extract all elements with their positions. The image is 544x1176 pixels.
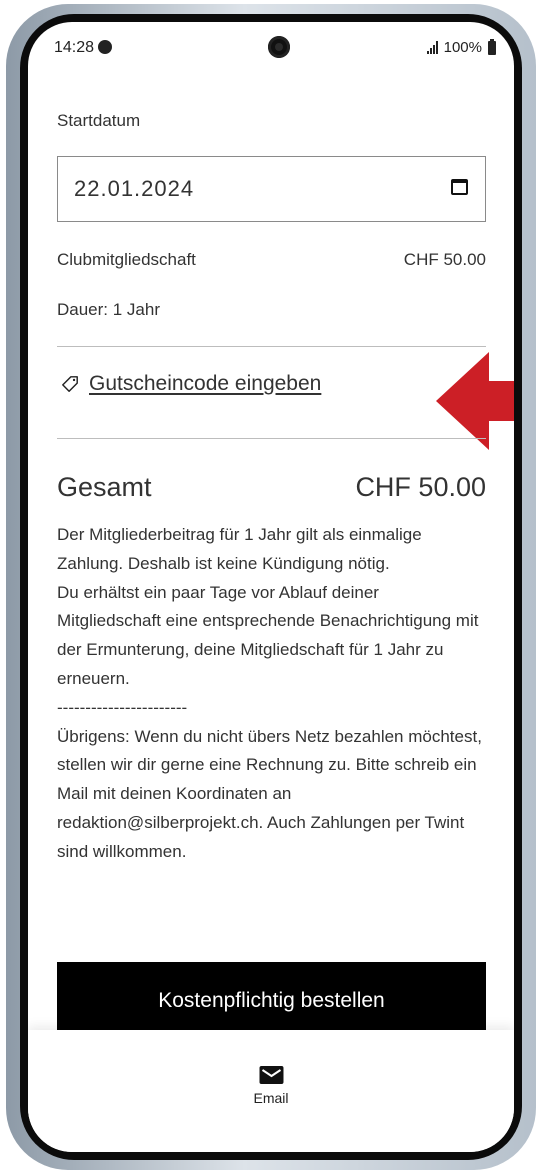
start-date-input[interactable]: 22.01.2024 [57, 156, 486, 222]
membership-price: CHF 50.00 [403, 250, 486, 269]
screen: 14:28 100% Startdatum 22.01.2024 Clubmit… [28, 22, 514, 1152]
coupon-link[interactable]: Gutscheincode eingeben [89, 372, 321, 396]
total-label: Gesamt [57, 472, 152, 502]
email-label: Email [253, 1090, 289, 1106]
description: Der Mitgliederbeitrag für 1 Jahr gilt al… [57, 521, 486, 867]
start-date-value: 22.01.2024 [74, 176, 195, 201]
description-paragraph: Du erhältst ein paar Tage vor Ablauf dei… [57, 582, 479, 688]
phone-bezel: 14:28 100% Startdatum 22.01.2024 Clubmit… [20, 14, 522, 1160]
membership-row: Clubmitgliedschaft CHF 50.00 [57, 250, 486, 270]
checkout-form: Startdatum 22.01.2024 Clubmitgliedschaft… [57, 70, 514, 1040]
signal-icon [426, 41, 438, 54]
start-date-label: Startdatum [57, 111, 141, 130]
duration-text: Dauer: 1 Jahr [57, 300, 160, 319]
status-dot-icon [98, 40, 113, 54]
mail-icon [258, 1066, 283, 1084]
status-bar: 14:28 100% [28, 22, 514, 70]
phone-frame: 14:28 100% Startdatum 22.01.2024 Clubmit… [6, 4, 536, 1170]
total-price: CHF 50.00 [355, 472, 486, 502]
status-right: 100% [426, 38, 496, 56]
coupon-link-row[interactable]: Gutscheincode eingeben [61, 372, 321, 396]
description-paragraph: Der Mitgliederbeitrag für 1 Jahr gilt al… [57, 525, 422, 573]
camera-icon [268, 36, 290, 58]
description-paragraph: Übrigens: Wenn du nicht übers Netz bezah… [57, 726, 482, 861]
divider [57, 346, 486, 347]
divider [57, 438, 486, 439]
battery-icon [488, 38, 496, 55]
membership-name: Clubmitgliedschaft [57, 250, 196, 269]
order-button[interactable]: Kostenpflichtig bestellen [57, 962, 486, 1040]
email-button[interactable]: Email [253, 1066, 289, 1108]
calendar-icon[interactable] [451, 179, 468, 195]
total-row: Gesamt CHF 50.00 [57, 472, 486, 503]
description-separator: ----------------------- [57, 697, 188, 717]
status-time: 14:28 [54, 39, 113, 57]
battery-percent: 100% [443, 39, 482, 56]
red-arrow-icon [436, 352, 514, 450]
bottom-bar: Email [28, 1030, 514, 1152]
tag-icon [62, 376, 78, 392]
